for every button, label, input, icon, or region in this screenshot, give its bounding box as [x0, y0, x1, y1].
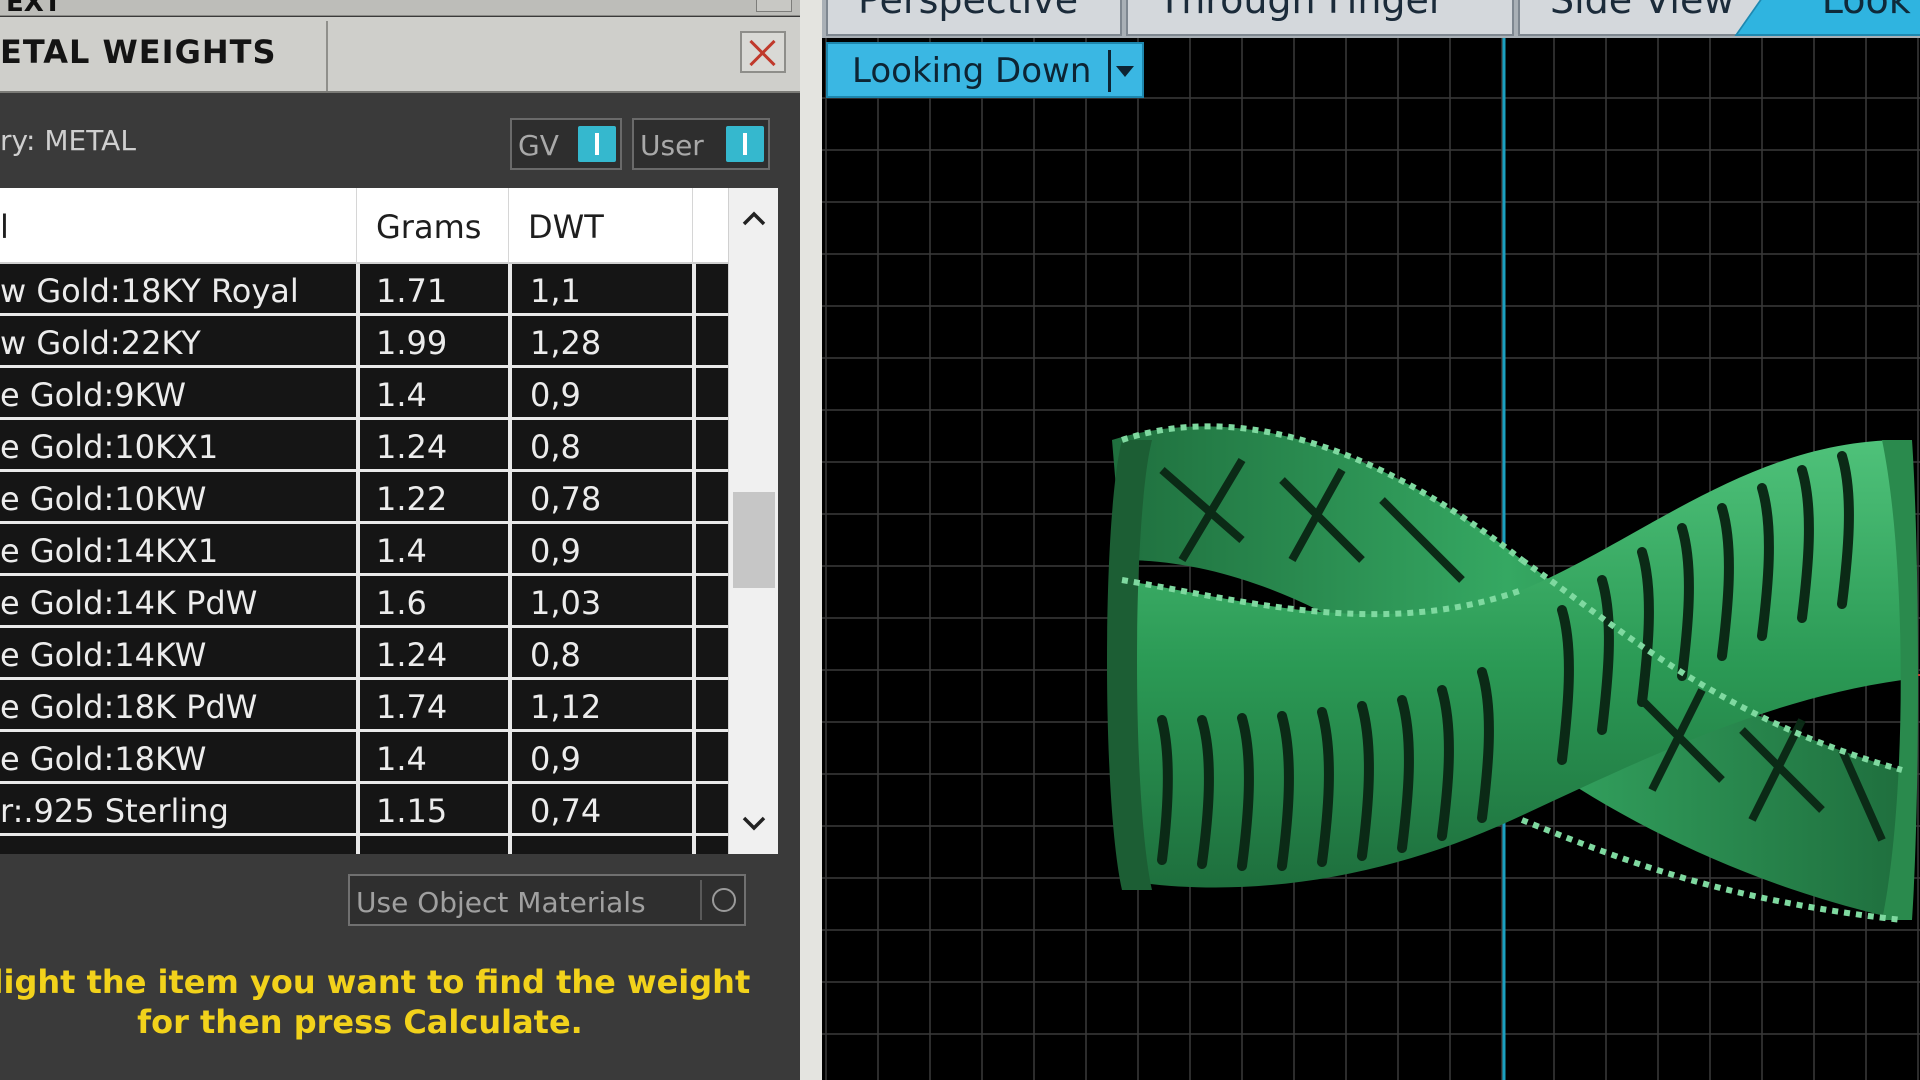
material-cell: e Gold:10KX1	[0, 428, 219, 466]
material-cell: e Gold:18K PdW	[0, 688, 258, 726]
grams-cell: 1.71	[376, 272, 448, 310]
dwt-cell: 0,74	[530, 792, 602, 830]
table-row[interactable]: e Gold:14K PdW 1.6 1,03	[0, 576, 728, 628]
category-label: ry: METAL	[0, 124, 136, 157]
title-divider	[326, 21, 328, 91]
material-cell: r:.925 Sterling	[0, 792, 229, 830]
table-row[interactable]: e Gold:9KW 1.4 0,9	[0, 368, 728, 420]
material-cell: e Gold:14K PdW	[0, 584, 258, 622]
material-cell: e Gold:9KW	[0, 376, 187, 414]
grams-cell: 1.4	[376, 376, 427, 414]
gv-toggle[interactable]: GV	[510, 118, 622, 170]
panel-title: ETAL WEIGHTS	[0, 33, 277, 71]
table-row[interactable]: w Gold:22KY 1.99 1,28	[0, 316, 728, 368]
dwt-cell: 0,8	[530, 428, 581, 466]
dwt-cell: 1,28	[530, 324, 602, 362]
column-header-grams[interactable]: Grams	[376, 208, 481, 246]
instructions-line-2: for then press Calculate.	[137, 1003, 583, 1041]
grams-cell: 1.15	[376, 792, 448, 830]
weights-table: l Grams DWT w Gold:18KY Royal 1.71 1,1 w Go…	[0, 188, 778, 854]
dwt-cell: 0,9	[530, 376, 581, 414]
scroll-up-icon[interactable]	[729, 198, 778, 238]
table-row[interactable]: w Gold:18KY Royal 1.71 1,1	[0, 264, 728, 316]
tab-side-view-label: Side View	[1550, 0, 1735, 22]
dwt-cell: 0,9	[530, 740, 581, 778]
use-object-materials-label: Use Object Materials	[356, 886, 646, 919]
table-row[interactable]: e Gold:14KX1 1.4 0,9	[0, 524, 728, 576]
grams-cell: 1.4	[376, 740, 427, 778]
dwt-cell: 0,78	[530, 480, 602, 518]
material-cell: e Gold:18KW	[0, 740, 207, 778]
table-row[interactable]: e Gold:18KW 1.4 0,9	[0, 732, 728, 784]
view-mode-dropdown[interactable]: Looking Down	[826, 42, 1144, 98]
chevron-down-icon[interactable]	[1116, 66, 1134, 77]
user-toggle[interactable]: User	[632, 118, 770, 170]
toggle-on-icon	[726, 126, 764, 162]
tab-look-label: Look	[1821, 0, 1911, 22]
ring-model[interactable]	[1107, 423, 1918, 923]
tab-look[interactable]: Look	[1734, 0, 1920, 36]
dwt-cell: 0,9	[530, 532, 581, 570]
panel-splitter[interactable]	[800, 0, 822, 1080]
instructions-line-1: hlight the item you want to find the wei…	[0, 963, 751, 1001]
panel-title-bar: ETAL WEIGHTS	[0, 17, 800, 93]
scroll-down-icon[interactable]	[729, 804, 778, 844]
instructions-text: hlight the item you want to find the wei…	[0, 962, 760, 1042]
grams-cell: 1.24	[376, 428, 448, 466]
tab-through-finger-label: Through Finger	[1158, 0, 1445, 22]
dwt-cell: 1,12	[530, 688, 602, 726]
material-cell: w Gold:22KY	[0, 324, 201, 362]
table-header: l Grams DWT	[0, 188, 728, 264]
material-cell: e Gold:14KW	[0, 636, 207, 674]
dwt-cell: 1,1	[530, 272, 581, 310]
table-scrollbar[interactable]	[728, 188, 778, 854]
parent-window-button[interactable]	[756, 0, 792, 12]
tab-through-finger[interactable]: Through Finger	[1126, 0, 1514, 36]
3d-viewport[interactable]: Perspective Through Finger Side View Loo…	[822, 0, 1920, 1080]
column-header-dwt[interactable]: DWT	[528, 208, 604, 246]
gv-toggle-label: GV	[518, 129, 559, 162]
table-row-partial[interactable]	[0, 836, 728, 854]
viewport-grid	[822, 38, 1920, 1080]
grams-cell: 1.4	[376, 532, 427, 570]
table-row[interactable]: r:.925 Sterling 1.15 0,74	[0, 784, 728, 836]
grams-cell: 1.99	[376, 324, 448, 362]
tab-perspective[interactable]: Perspective	[826, 0, 1122, 36]
material-cell: w Gold:18KY Royal	[0, 272, 299, 310]
grams-cell: 1.6	[376, 584, 427, 622]
toggle-on-icon	[578, 126, 616, 162]
table-row[interactable]: e Gold:10KW 1.22 0,78	[0, 472, 728, 524]
view-tab-bar: Perspective Through Finger Side View Loo…	[822, 0, 1920, 38]
use-object-materials-toggle[interactable]: Use Object Materials	[348, 874, 746, 926]
parent-window-title: EXT	[6, 0, 62, 18]
tab-perspective-label: Perspective	[858, 0, 1079, 22]
dwt-cell: 1,03	[530, 584, 602, 622]
material-cell: e Gold:14KX1	[0, 532, 219, 570]
table-row[interactable]: e Gold:14KW 1.24 0,8	[0, 628, 728, 680]
grams-cell: 1.74	[376, 688, 448, 726]
grams-cell: 1.22	[376, 480, 448, 518]
table-row[interactable]: e Gold:10KX1 1.24 0,8	[0, 420, 728, 472]
table-row[interactable]: e Gold:18K PdW 1.74 1,12	[0, 680, 728, 732]
column-header-material[interactable]: l	[0, 208, 9, 246]
table-body: w Gold:18KY Royal 1.71 1,1 w Gold:22KY 1.99 1…	[0, 264, 728, 854]
user-toggle-label: User	[640, 129, 704, 162]
close-button[interactable]	[740, 31, 786, 73]
view-mode-label: Looking Down	[852, 51, 1092, 91]
parent-window-strip: EXT	[0, 0, 800, 18]
dwt-cell: 0,8	[530, 636, 581, 674]
scroll-thumb[interactable]	[733, 492, 775, 588]
material-cell: e Gold:10KW	[0, 480, 207, 518]
grams-cell: 1.24	[376, 636, 448, 674]
toggle-off-icon	[712, 888, 736, 912]
metal-weights-panel: EXT ETAL WEIGHTS ry: METAL GV User l Gra…	[0, 0, 800, 1080]
